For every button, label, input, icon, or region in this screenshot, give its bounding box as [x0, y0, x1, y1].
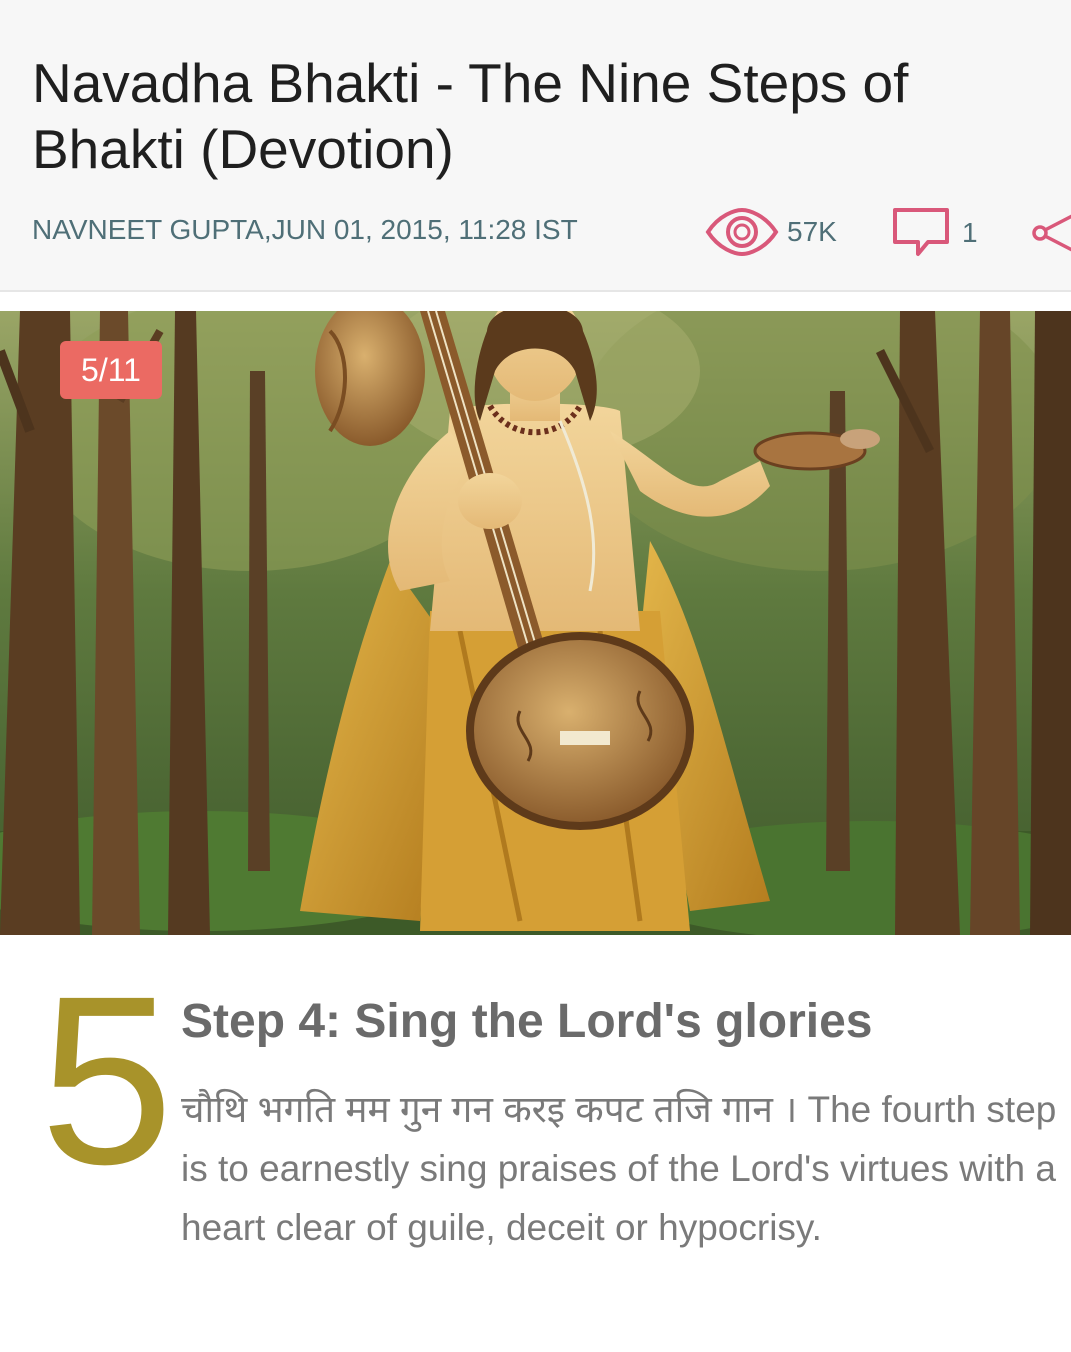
hero-image[interactable]	[0, 311, 1071, 935]
slide-counter-badge: 5/11	[60, 341, 162, 399]
views-count: 57K	[787, 216, 837, 247]
article-header: Navadha Bhakti - The Nine Steps of Bhakt…	[0, 0, 1071, 292]
step-number: 5	[40, 946, 174, 1214]
comment-icon	[893, 208, 949, 256]
step-heading: Step 4: Sing the Lord's glories	[181, 995, 873, 1048]
comments-button[interactable]: 1	[892, 206, 978, 260]
article-title: Navadha Bhakti - The Nine Steps of Bhakt…	[32, 52, 909, 180]
step-description: चौथि भगति मम गुन गन करइ कपट तजि गान । Th…	[181, 1089, 1057, 1248]
share-icon[interactable]	[1030, 208, 1071, 258]
narada-illustration	[0, 311, 1071, 935]
eye-icon	[705, 207, 779, 257]
comments-count: 1	[962, 217, 978, 248]
article-page: Navadha Bhakti - The Nine Steps of Bhakt…	[0, 0, 1071, 1352]
views-counter: 57K	[705, 206, 837, 258]
author-date: NAVNEET GUPTA,JUN 01, 2015, 11:28 IST	[32, 214, 578, 245]
